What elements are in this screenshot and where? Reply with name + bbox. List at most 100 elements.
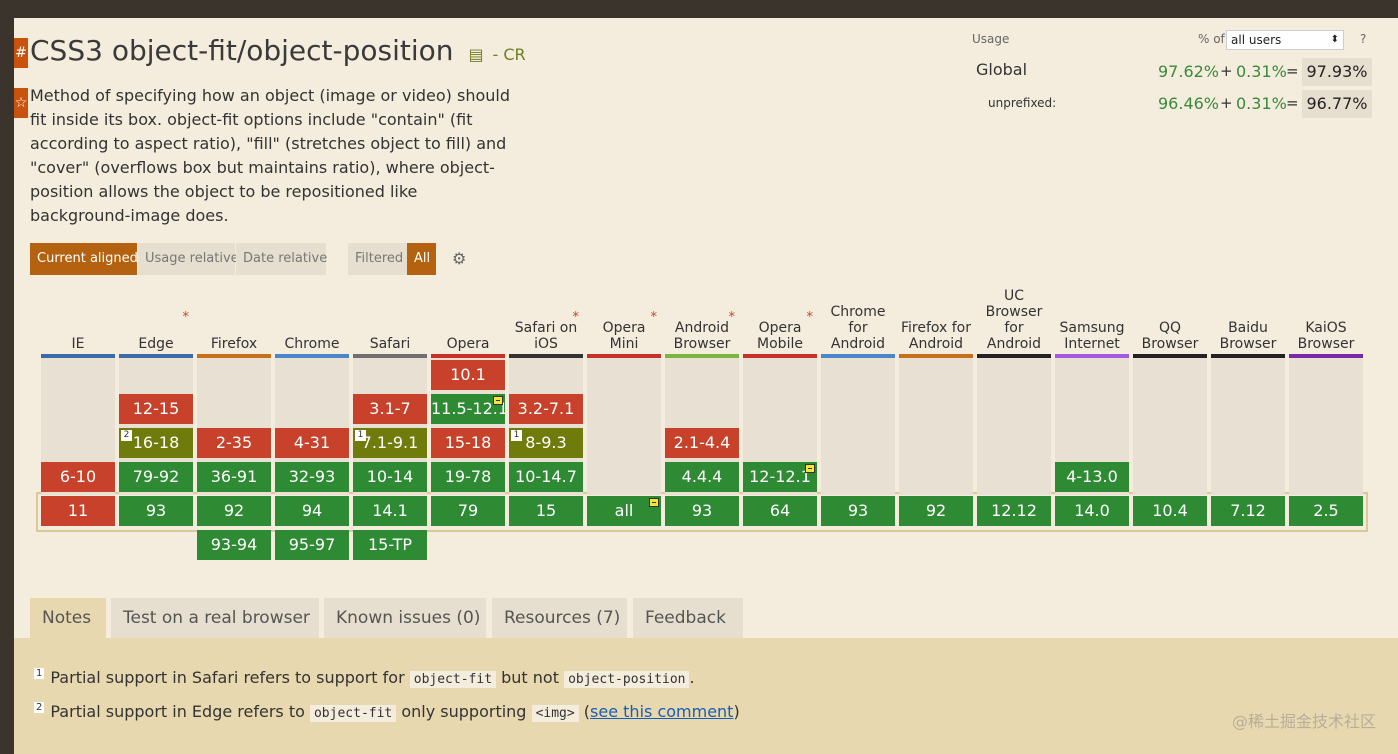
version-cell[interactable]: 15 — [509, 496, 583, 526]
browser-header: Chrome — [275, 294, 349, 354]
browser-header: IE — [41, 294, 115, 354]
version-cell[interactable]: 4-31 — [275, 428, 349, 458]
version-label: 2.5 — [1313, 501, 1339, 520]
plus-sign: + — [1220, 62, 1233, 80]
global-supported: 97.62% — [1158, 62, 1220, 81]
version-label: 95-97 — [288, 535, 336, 554]
version-label: 93 — [145, 501, 167, 520]
see-this-comment-link[interactable]: see this comment — [590, 702, 733, 721]
version-cell[interactable]: 2-35 — [197, 428, 271, 458]
version-cell[interactable]: 2.5 — [1289, 496, 1363, 526]
notes-panel: 1 Partial support in Safari refers to sup… — [14, 638, 1398, 754]
version-cell[interactable]: 10.1 — [431, 360, 505, 390]
version-label: 93 — [847, 501, 869, 520]
version-label: 15 — [535, 501, 557, 520]
version-cell[interactable]: 3.1-7 — [353, 394, 427, 424]
note-text: Partial support in Edge refers to — [50, 702, 305, 721]
version-cell[interactable]: 10-14.7 — [509, 462, 583, 492]
star-icon[interactable]: ☆ — [14, 88, 28, 118]
browser-name: Safari — [369, 336, 411, 352]
usage-relative-button[interactable]: Usage relative — [138, 243, 239, 275]
version-cell[interactable]: 4.4.4 — [665, 462, 739, 492]
browser-header: UC Browser for Android — [977, 288, 1051, 354]
version-label: 2.1-4.4 — [673, 433, 731, 452]
version-label: 4-13.0 — [1066, 467, 1118, 486]
version-label: 36-91 — [210, 467, 258, 486]
version-cell[interactable]: 64 — [743, 496, 817, 526]
version-cell[interactable]: 12.12 — [977, 496, 1051, 526]
version-label: 11 — [67, 501, 89, 520]
version-cell[interactable]: 15-TP — [353, 530, 427, 560]
browser-name: IE — [71, 336, 85, 352]
version-cell[interactable]: 93 — [821, 496, 895, 526]
note-marker: 1 — [355, 430, 366, 441]
version-cell[interactable]: 79-92 — [119, 462, 193, 492]
prefix-icon — [805, 464, 815, 473]
version-cell[interactable]: 10.4 — [1133, 496, 1207, 526]
version-cell[interactable]: 93 — [665, 496, 739, 526]
version-cell[interactable]: 2.1-4.4 — [665, 428, 739, 458]
version-label: 12-12.1 — [749, 467, 811, 486]
users-select[interactable]: all users ⬍ — [1226, 30, 1344, 50]
version-label: 2-35 — [215, 433, 253, 452]
feature-description: Method of specifying how an object (imag… — [30, 86, 511, 225]
current-aligned-button[interactable]: Current aligned — [30, 243, 138, 275]
feature-title: CSS3 object-fit/object-position ▤ - CR — [30, 34, 526, 67]
version-cell[interactable]: 11 — [41, 496, 115, 526]
version-cell[interactable]: 7.12 — [1211, 496, 1285, 526]
version-cell[interactable]: 6-10 — [41, 462, 115, 492]
version-cell[interactable]: 16-18 2 — [119, 428, 193, 458]
version-label: 7.12 — [1230, 501, 1266, 520]
help-icon[interactable]: ? — [1360, 32, 1366, 46]
note-marker: 2 — [121, 430, 132, 441]
version-cell[interactable]: 36-91 — [197, 462, 271, 492]
version-cell[interactable]: 94 — [275, 496, 349, 526]
version-cell[interactable]: 14.1 — [353, 496, 427, 526]
gear-icon[interactable]: ⚙ — [452, 243, 466, 275]
document-icon[interactable]: ▤ — [468, 45, 483, 64]
version-cell[interactable]: 95-97 — [275, 530, 349, 560]
browser-header: Safari on iOS * — [509, 294, 583, 354]
date-relative-button[interactable]: Date relative — [236, 243, 327, 275]
tab-resources[interactable]: Resources (7) — [492, 598, 627, 638]
version-cell[interactable]: 7.1-9.1 1 — [353, 428, 427, 458]
version-cell[interactable]: 4-13.0 — [1055, 462, 1129, 492]
tab-feedback[interactable]: Feedback — [633, 598, 743, 638]
browser-name: Opera — [446, 336, 490, 352]
version-cell[interactable]: 32-93 — [275, 462, 349, 492]
version-label: 10-14.7 — [515, 467, 577, 486]
version-cell[interactable]: 8-9.3 1 — [509, 428, 583, 458]
tab-notes[interactable]: Notes — [30, 598, 106, 638]
version-cell[interactable]: 92 — [197, 496, 271, 526]
version-cell[interactable]: 92 — [899, 496, 973, 526]
tab-test-on-real-browser[interactable]: Test on a real browser — [111, 598, 319, 638]
version-cell[interactable]: 10-14 — [353, 462, 427, 492]
global-label: Global — [976, 60, 1028, 79]
hash-icon[interactable]: # — [14, 38, 28, 68]
tab-known-issues[interactable]: Known issues (0) — [324, 598, 486, 638]
version-cell[interactable]: 15-18 — [431, 428, 505, 458]
version-label: 14.0 — [1074, 501, 1110, 520]
asterisk-icon: * — [182, 310, 190, 325]
spec-status[interactable]: - CR — [492, 45, 525, 64]
column-background — [821, 358, 895, 495]
version-cell[interactable]: 93 — [119, 496, 193, 526]
version-cell[interactable]: 11.5-12.1 — [431, 394, 505, 424]
version-cell[interactable]: 12-15 — [119, 394, 193, 424]
version-cell[interactable]: 79 — [431, 496, 505, 526]
version-cell[interactable]: 19-78 — [431, 462, 505, 492]
note-1: 1 Partial support in Safari refers to sup… — [34, 668, 695, 688]
filtered-button[interactable]: Filtered — [348, 243, 407, 275]
code-img: <img> — [531, 705, 579, 722]
version-cell[interactable]: 93-94 — [197, 530, 271, 560]
version-label: 92 — [925, 501, 947, 520]
browser-header: Opera Mobile * — [743, 294, 817, 354]
version-cell[interactable]: 14.0 — [1055, 496, 1129, 526]
version-cell[interactable]: 12-12.1 — [743, 462, 817, 492]
browser-header: Opera — [431, 294, 505, 354]
version-cell[interactable]: all — [587, 496, 661, 526]
version-cell[interactable]: 3.2-7.1 — [509, 394, 583, 424]
all-button[interactable]: All — [407, 243, 436, 275]
equals-sign: = — [1286, 62, 1299, 80]
version-label: 3.2-7.1 — [517, 399, 575, 418]
